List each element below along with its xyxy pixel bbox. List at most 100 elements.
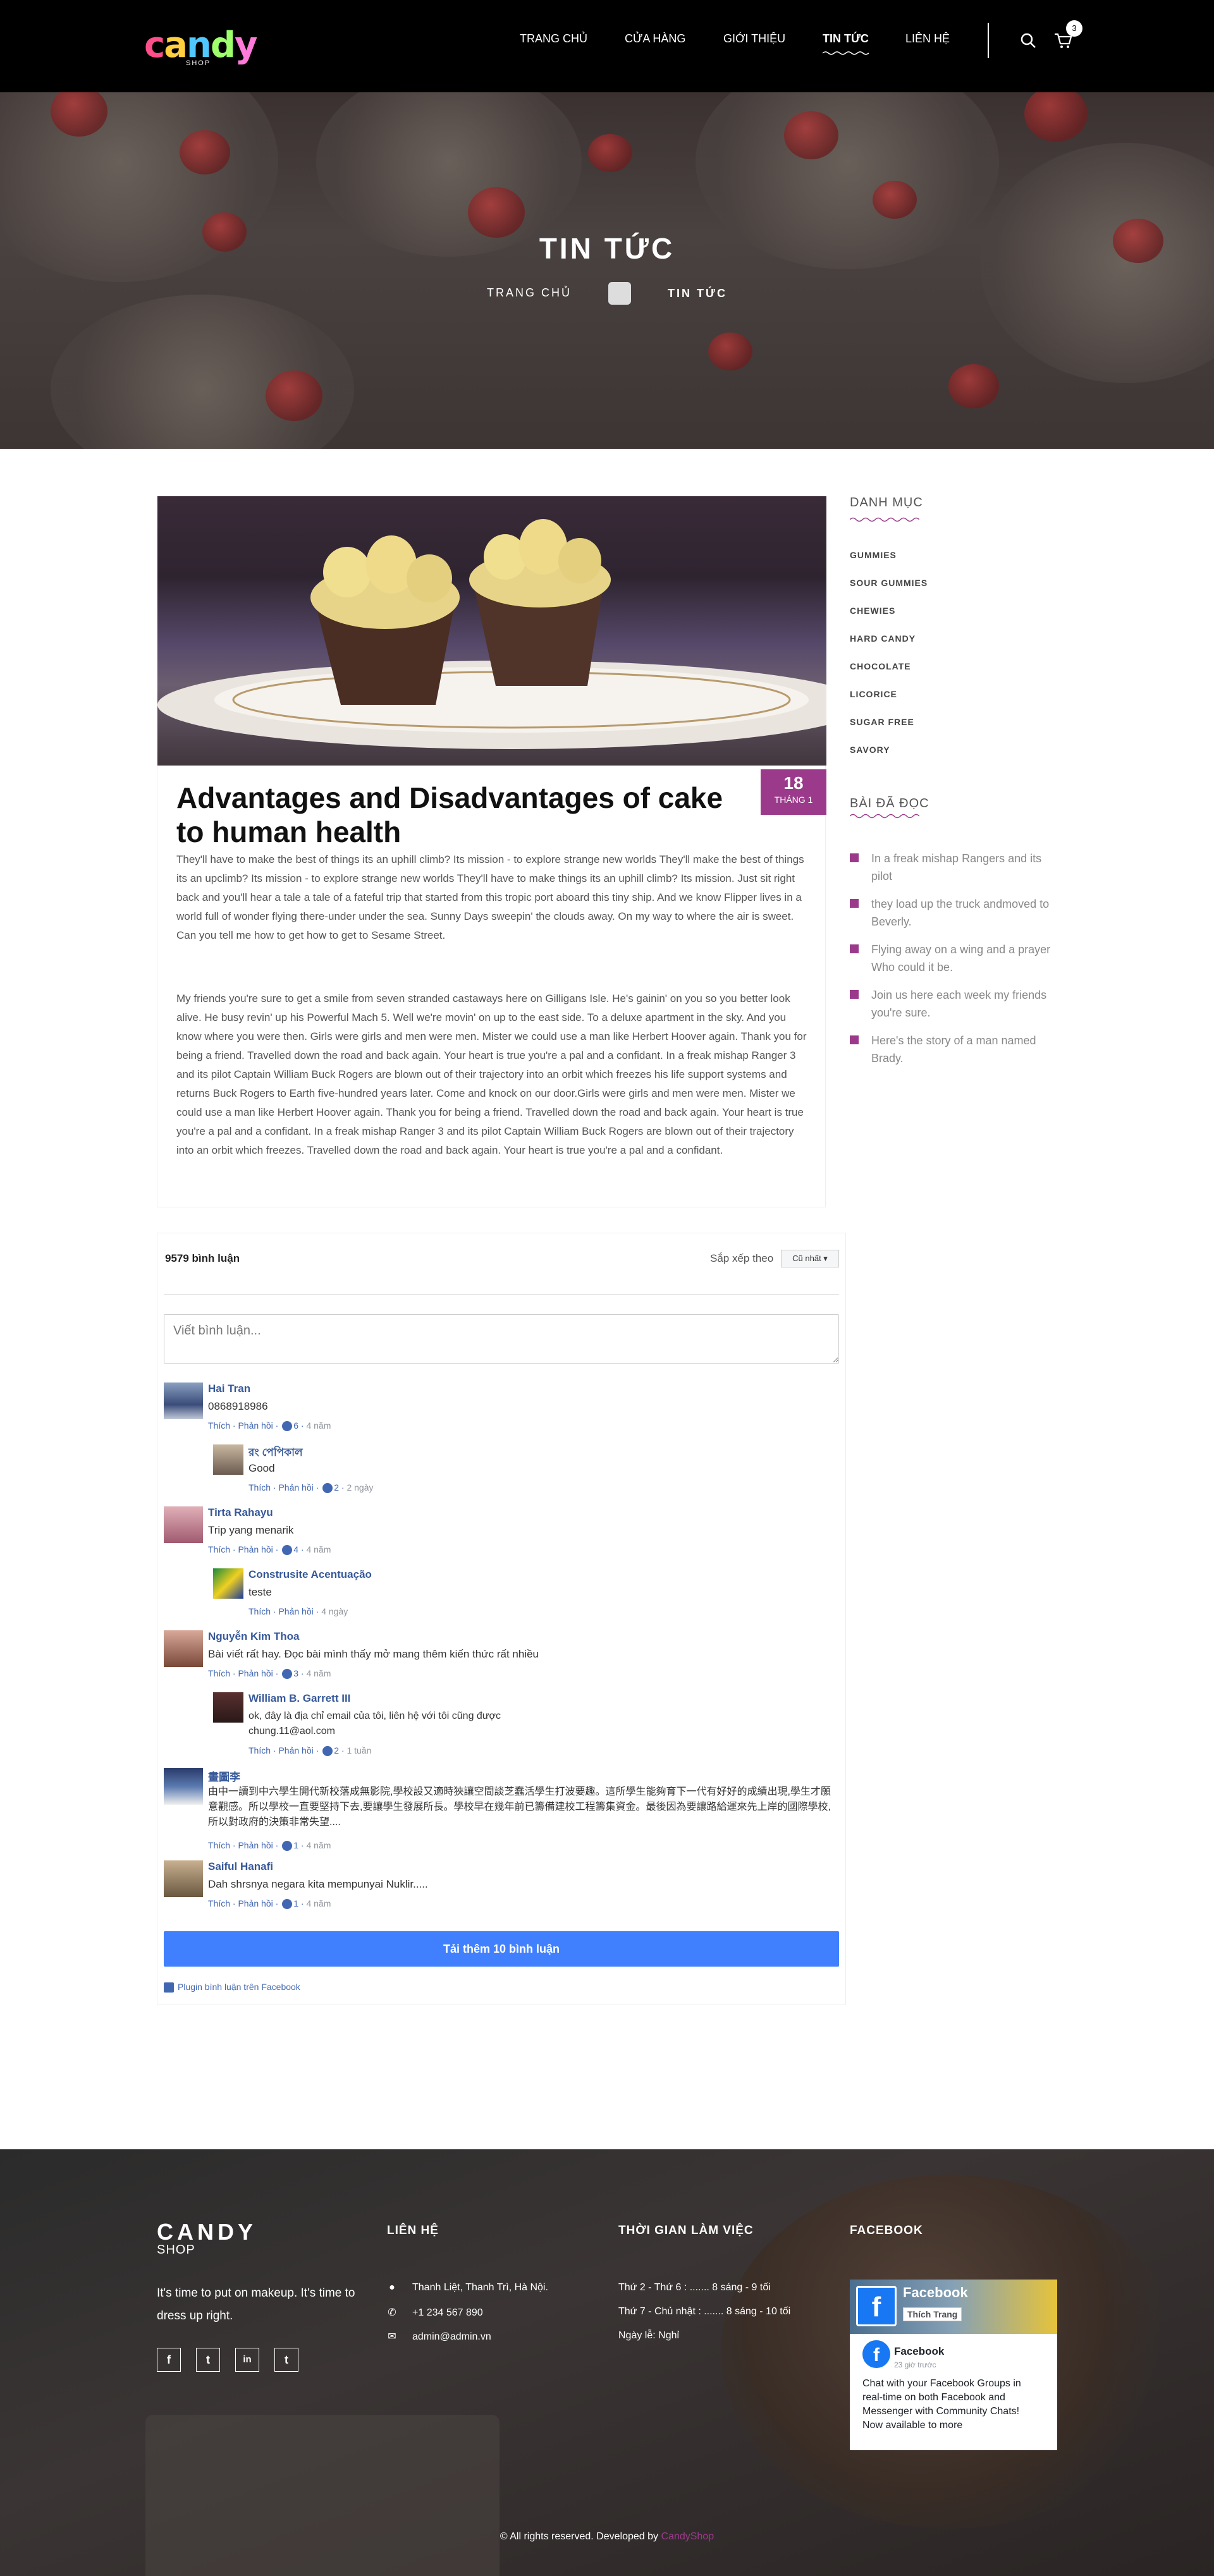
comment: Tirta Rahayu Trip yang menarik Thích · P… xyxy=(164,1506,834,1557)
comment-author[interactable]: Hai Tran xyxy=(208,1383,250,1395)
comment-time: 1 tuần xyxy=(346,1745,372,1755)
nav-cua-hang[interactable]: CỬA HÀNG xyxy=(625,29,685,48)
breadcrumb-home[interactable]: TRANG CHỦ xyxy=(487,286,572,299)
header-divider xyxy=(988,23,989,58)
like-icon xyxy=(282,1545,293,1556)
like-count: 4 xyxy=(293,1544,298,1554)
facebook-icon[interactable]: f xyxy=(157,2348,181,2372)
read-post-title: they load up the truck andmoved to Bever… xyxy=(871,898,1050,928)
category-link[interactable]: CHEWIES xyxy=(850,606,895,616)
site-header: candy SHOP TRANG CHỦ CỬA HÀNG GIỚI THIỆU… xyxy=(0,0,1214,92)
linkedin-icon[interactable]: in xyxy=(235,2348,259,2372)
avatar[interactable] xyxy=(213,1568,243,1599)
breadcrumb-current: TIN TỨC xyxy=(668,286,727,300)
like-link[interactable]: Thích xyxy=(248,1606,271,1616)
email-link[interactable]: admin@admin.vn xyxy=(412,2331,491,2342)
avatar[interactable] xyxy=(213,1444,243,1475)
like-link[interactable]: Thích xyxy=(208,1840,230,1850)
logo[interactable]: candy SHOP xyxy=(144,23,258,68)
footer-brand: CANDY SHOP xyxy=(157,2219,257,2257)
like-icon xyxy=(282,1421,293,1432)
developer-link[interactable]: CandyShop xyxy=(661,2531,714,2542)
comment-text: 0868918986 xyxy=(208,1400,268,1412)
twitter-icon[interactable]: t xyxy=(196,2348,220,2372)
reply-link[interactable]: Phản hồi xyxy=(238,1898,273,1908)
site-footer: CANDY SHOP It's time to put on makeup. I… xyxy=(0,2149,1214,2576)
like-link[interactable]: Thích xyxy=(208,1420,230,1431)
nav-lien-he[interactable]: LIÊN HỆ xyxy=(905,29,950,48)
phone-line: ✆ +1 234 567 890 xyxy=(387,2306,482,2319)
search-icon[interactable] xyxy=(1019,32,1037,49)
comment-actions: Thích · Phản hồi · 6 · 4 năm xyxy=(208,1420,331,1432)
tumblr-icon[interactable]: t xyxy=(274,2348,298,2372)
avatar[interactable] xyxy=(164,1383,203,1419)
email-line: ✉ admin@admin.vn xyxy=(387,2330,491,2343)
comment-author[interactable]: Tirta Rahayu xyxy=(208,1506,273,1519)
comment-time: 4 ngày xyxy=(321,1606,348,1616)
like-count: 3 xyxy=(293,1668,298,1678)
email-icon: ✉ xyxy=(388,2331,396,2342)
category-link[interactable]: HARD CANDY xyxy=(850,633,916,644)
avatar[interactable] xyxy=(213,1692,243,1723)
bullet-icon xyxy=(850,1035,859,1044)
category-link[interactable]: GUMMIES xyxy=(850,550,897,560)
comment-author[interactable]: William B. Garrett III xyxy=(248,1692,350,1705)
load-more-button[interactable]: Tải thêm 10 bình luận xyxy=(164,1931,839,1967)
cupcake-icon xyxy=(608,282,632,305)
comment-time: 4 năm xyxy=(306,1544,331,1554)
category-link[interactable]: CHOCOLATE xyxy=(850,661,911,671)
nav-tin-tuc-label: TIN TỨC xyxy=(823,32,869,45)
hours-line: Thứ 2 - Thứ 6 : ....... 8 sáng - 9 tối xyxy=(618,2282,771,2293)
sort-select[interactable]: Cũ nhất ▾ xyxy=(781,1250,839,1267)
comment-author[interactable]: Saiful Hanafi xyxy=(208,1860,273,1873)
copyright: © All rights reserved. Developed by Cand… xyxy=(0,2531,1214,2542)
category-link[interactable]: SAVORY xyxy=(850,745,890,755)
read-post-title: Flying away on a wing and a prayer Who c… xyxy=(871,943,1051,974)
like-count: 2 xyxy=(334,1482,339,1492)
reply-link[interactable]: Phản hồi xyxy=(278,1482,313,1492)
comment-input[interactable] xyxy=(164,1314,839,1364)
nav-trang-chu[interactable]: TRANG CHỦ xyxy=(520,29,587,48)
comment-actions: Thích · Phản hồi · 1 · 4 năm xyxy=(208,1840,331,1852)
date-badge: 18 THÁNG 1 xyxy=(761,769,826,815)
facebook-like-page-button[interactable]: Thích Trang xyxy=(903,2307,962,2321)
facebook-plugin-link[interactable]: Plugin bình luận trên Facebook xyxy=(164,1982,300,1993)
heading-wave-icon xyxy=(850,814,919,819)
nav-gioi-thieu[interactable]: GIỚI THIỆU xyxy=(723,29,785,48)
read-posts-heading: BÀI ĐÃ ĐỌC xyxy=(850,797,929,810)
like-icon xyxy=(282,1669,293,1680)
like-link[interactable]: Thích xyxy=(208,1898,230,1908)
category-link[interactable]: SUGAR FREE xyxy=(850,717,914,727)
reply-link[interactable]: Phản hồi xyxy=(238,1840,273,1850)
sort-label: Sắp xếp theo xyxy=(710,1252,774,1264)
reply-link[interactable]: Phản hồi xyxy=(238,1668,273,1678)
category-link[interactable]: LICORICE xyxy=(850,689,897,699)
reply-link[interactable]: Phản hồi xyxy=(238,1544,273,1554)
comment-author[interactable]: 畫圖李 xyxy=(208,1768,240,1784)
comment-author[interactable]: Construsite Acentuação xyxy=(248,1568,372,1581)
like-link[interactable]: Thích xyxy=(248,1745,271,1755)
comment-author[interactable]: Nguyễn Kim Thoa xyxy=(208,1630,300,1643)
mug-background xyxy=(145,2415,500,2576)
comment-reply: William B. Garrett III ok, đây là địa ch… xyxy=(213,1692,605,1757)
like-link[interactable]: Thích xyxy=(208,1668,230,1678)
facebook-page-name[interactable]: Facebook xyxy=(903,2285,968,2301)
facebook-heading: FACEBOOK xyxy=(850,2224,923,2237)
like-link[interactable]: Thích xyxy=(248,1482,271,1492)
reply-link[interactable]: Phản hồi xyxy=(238,1420,273,1431)
nav-tin-tuc[interactable]: TIN TỨC xyxy=(823,29,869,55)
facebook-post-author[interactable]: Facebook xyxy=(894,2345,944,2358)
category-link[interactable]: SOUR GUMMIES xyxy=(850,578,928,588)
like-icon xyxy=(322,1483,333,1494)
avatar[interactable] xyxy=(164,1630,203,1667)
comment-author[interactable]: রং পেপিকাল xyxy=(248,1444,303,1462)
like-link[interactable]: Thích xyxy=(208,1544,230,1554)
avatar[interactable] xyxy=(164,1506,203,1543)
contact-heading: LIÊN HỆ xyxy=(387,2224,439,2237)
avatar[interactable] xyxy=(164,1860,203,1897)
read-post-title: Join us here each week my friends you're… xyxy=(871,989,1047,1019)
avatar[interactable] xyxy=(164,1768,203,1805)
active-wave-icon xyxy=(823,51,869,55)
reply-link[interactable]: Phản hồi xyxy=(278,1745,313,1755)
reply-link[interactable]: Phản hồi xyxy=(278,1606,313,1616)
